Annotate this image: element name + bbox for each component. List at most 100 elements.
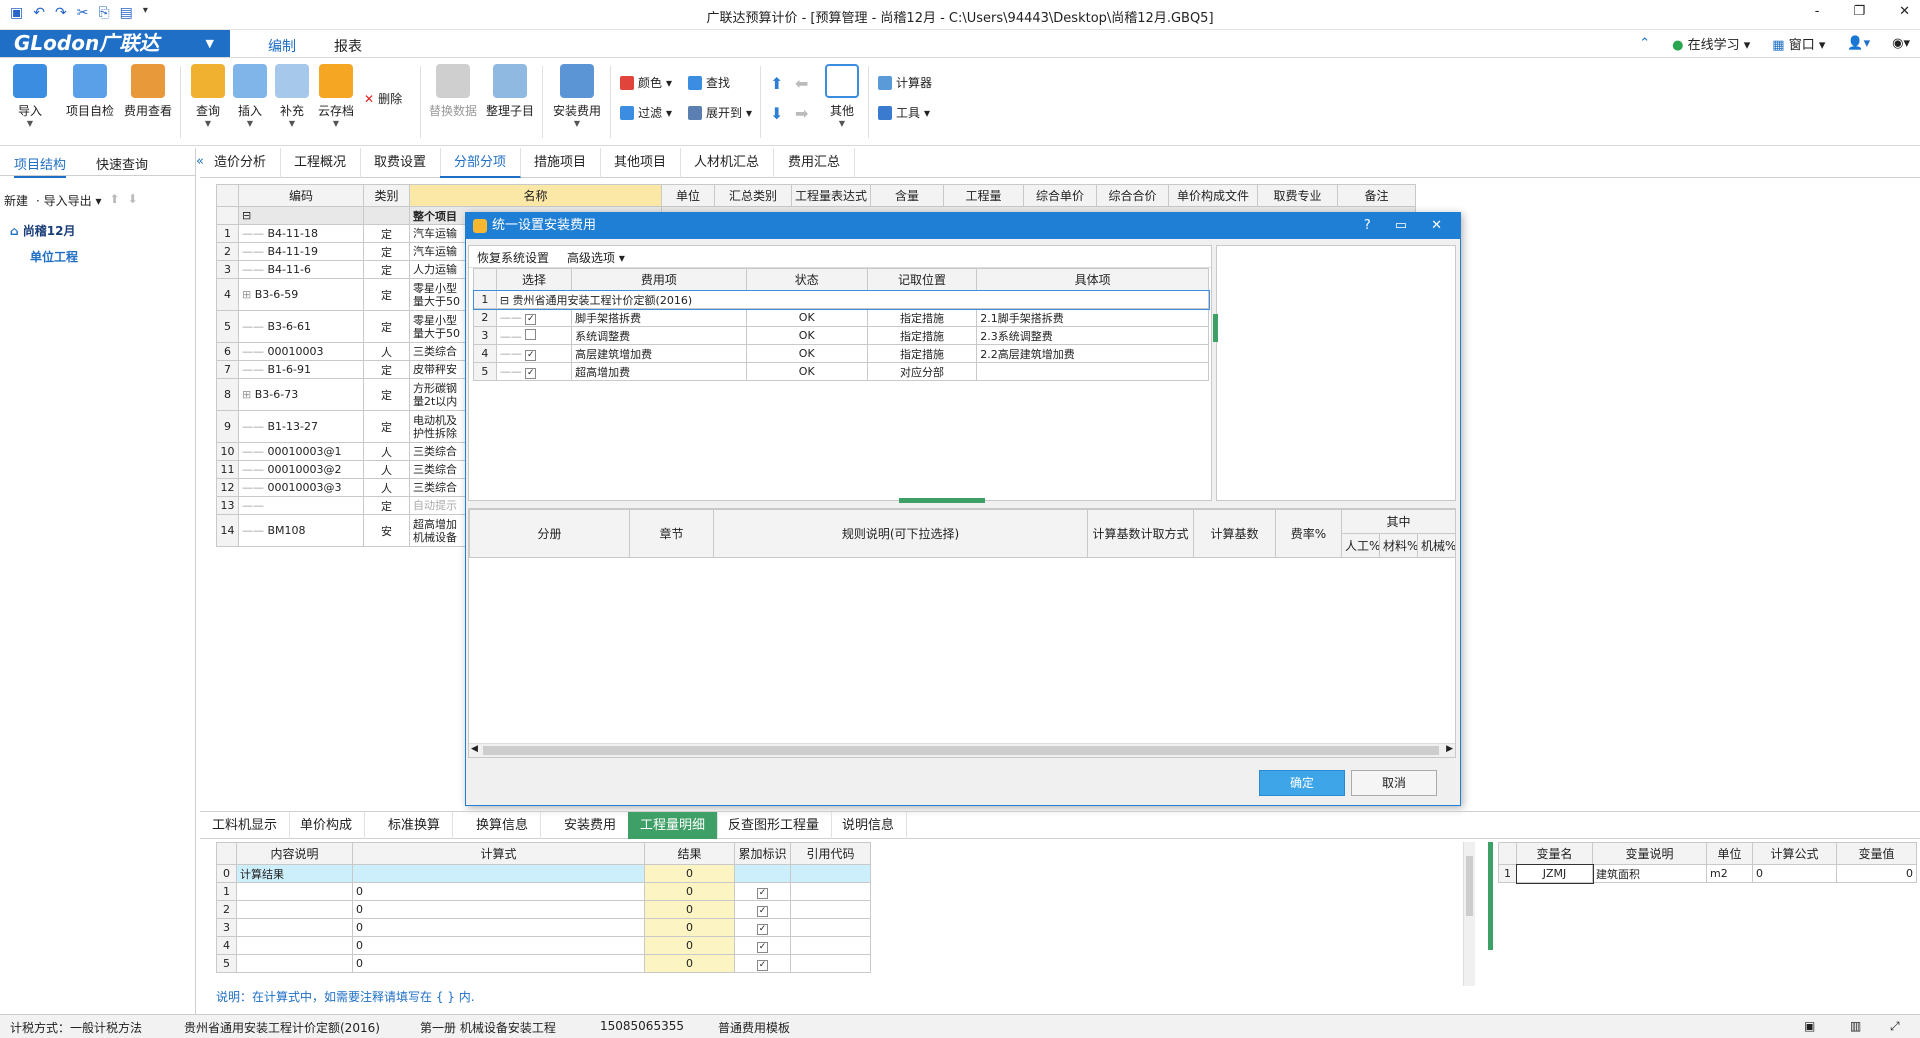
col-position[interactable]: 记取位置: [866, 268, 978, 291]
cell-content-desc[interactable]: [236, 882, 353, 901]
table-row[interactable]: 3 —— 系统调整费 OK 指定措施 2.3系统调整费: [473, 326, 1209, 345]
tab-measure-items[interactable]: 措施项目: [520, 148, 602, 178]
cell-type[interactable]: 定: [363, 224, 410, 243]
cell-accumulate[interactable]: ✓: [734, 954, 791, 973]
cell-content-desc[interactable]: [236, 936, 353, 955]
calculator-button[interactable]: 计算器: [878, 74, 932, 91]
cell-position[interactable]: 对应分部: [866, 362, 978, 381]
col-content-desc[interactable]: 内容说明: [236, 842, 353, 865]
cell-ref-code[interactable]: [790, 918, 871, 937]
scroll-thumb[interactable]: [483, 746, 1439, 755]
tab-description-info[interactable]: 说明信息: [830, 812, 908, 839]
help-icon[interactable]: ?: [1364, 213, 1371, 239]
cell-code[interactable]: —— B1-6-91: [238, 360, 364, 379]
expand-to-button[interactable]: 展开到 ▾: [688, 104, 752, 121]
col-material-pct[interactable]: 材料%: [1379, 533, 1418, 558]
cell-specific-item[interactable]: [976, 362, 1209, 381]
project-node[interactable]: ⌂ 尚稽12月: [10, 222, 75, 239]
cell-code[interactable]: —— 00010003@3: [238, 478, 364, 497]
col-rule-desc[interactable]: 规则说明(可下拉选择): [713, 509, 1088, 558]
close-button[interactable]: ✕: [1899, 4, 1910, 19]
col-base[interactable]: 计算基数: [1193, 509, 1276, 558]
splitter-handle[interactable]: [1213, 314, 1218, 342]
table-row[interactable]: 2 0 0 ✓: [216, 900, 871, 919]
cell-content-desc[interactable]: 计算结果: [236, 864, 353, 883]
vertical-scrollbar[interactable]: [1463, 842, 1475, 986]
project-check-button[interactable]: 项目自检: [60, 64, 120, 119]
fee-view-button[interactable]: 费用查看: [118, 64, 178, 119]
cell-formula[interactable]: 0: [352, 954, 645, 973]
col-var-unit[interactable]: 单位: [1706, 842, 1753, 865]
cell-code[interactable]: ——: [238, 496, 364, 515]
col-labor-pct[interactable]: 人工%: [1341, 533, 1380, 558]
group-label[interactable]: ⊟ 贵州省通用安装工程计价定额(2016): [495, 290, 1210, 309]
cell-content-desc[interactable]: [236, 954, 353, 973]
col-type[interactable]: 类别: [363, 184, 410, 207]
tab-conversion-info[interactable]: 换算信息: [464, 812, 542, 839]
col-base-method[interactable]: 计算基数计取方式: [1087, 509, 1194, 558]
cell-type[interactable]: 定: [363, 360, 410, 379]
tab-standard-conversion[interactable]: 标准换算: [376, 812, 454, 839]
collapse-icon[interactable]: ⊟: [238, 206, 364, 225]
cell-code[interactable]: —— B4-11-18: [238, 224, 364, 243]
col-name[interactable]: 名称: [409, 184, 662, 207]
select-checkbox[interactable]: ✓: [525, 367, 537, 379]
close-icon[interactable]: ✕: [1431, 213, 1442, 239]
tab-baobiao[interactable]: 报表: [322, 34, 374, 58]
tab-other-items[interactable]: 其他项目: [600, 148, 682, 178]
col-ref-code[interactable]: 引用代码: [790, 842, 871, 865]
tab-reverse-graphic-qty[interactable]: 反查图形工程量: [716, 812, 833, 839]
cell-position[interactable]: 指定措施: [866, 326, 978, 345]
cell-type[interactable]: 定: [363, 496, 410, 515]
cell-code[interactable]: —— B4-11-6: [238, 260, 364, 279]
cell-type[interactable]: 定: [363, 410, 410, 443]
cell-formula[interactable]: 0: [352, 918, 645, 937]
col-var-name[interactable]: 变量名: [1516, 842, 1593, 865]
scroll-left-icon[interactable]: ◀: [471, 744, 478, 754]
col-remark[interactable]: 备注: [1337, 184, 1417, 207]
col-var-desc[interactable]: 变量说明: [1592, 842, 1707, 865]
move-left-icon[interactable]: ⬅: [795, 74, 808, 93]
col-rate[interactable]: 费率%: [1275, 509, 1342, 558]
table-row[interactable]: 1 0 0 ✓: [216, 882, 871, 901]
cell-ref-code[interactable]: [790, 900, 871, 919]
scroll-thumb[interactable]: [1466, 856, 1473, 916]
col-accumulate[interactable]: 累加标识: [734, 842, 791, 865]
cell-type[interactable]: 定: [363, 378, 410, 411]
table-row[interactable]: 4 0 0 ✓: [216, 936, 871, 955]
col-quantity[interactable]: 工程量: [943, 184, 1025, 207]
cell-code[interactable]: —— 00010003@2: [238, 460, 364, 479]
cell-type[interactable]: 定: [363, 260, 410, 279]
col-select[interactable]: 选择: [495, 268, 573, 291]
col-volume[interactable]: 分册: [469, 509, 630, 558]
col-var-value[interactable]: 变量值: [1836, 842, 1917, 865]
online-learning-button[interactable]: ● 在线学习 ▾: [1672, 34, 1750, 53]
filter-button[interactable]: 过滤 ▾: [620, 104, 672, 121]
col-specific-item[interactable]: 具体项: [976, 268, 1209, 291]
cell-content-desc[interactable]: [236, 918, 353, 937]
col-var-formula[interactable]: 计算公式: [1752, 842, 1837, 865]
restore-button[interactable]: ❐: [1853, 4, 1865, 19]
delete-button[interactable]: ✕ 删除: [364, 90, 402, 107]
select-checkbox[interactable]: [525, 328, 537, 340]
splitter-handle[interactable]: [899, 498, 985, 503]
cell-fee-item[interactable]: 脚手架搭拆费: [571, 308, 747, 327]
table-row[interactable]: 5 0 0 ✓: [216, 954, 871, 973]
col-result[interactable]: 结果: [644, 842, 735, 865]
tools-button[interactable]: 工具 ▾: [878, 104, 930, 121]
cell-type[interactable]: 安: [363, 514, 410, 547]
cell-code[interactable]: ⊞ B3-6-59: [238, 278, 364, 311]
import-button[interactable]: 导入 ▼: [0, 64, 60, 128]
replace-data-button[interactable]: 替换数据: [423, 64, 483, 119]
cell-code[interactable]: —— B3-6-61: [238, 310, 364, 343]
cell-position[interactable]: 指定措施: [866, 344, 978, 363]
cell-fee-item[interactable]: 超高增加费: [571, 362, 747, 381]
cell-accumulate[interactable]: ✓: [734, 936, 791, 955]
cell-var-unit[interactable]: m2: [1706, 864, 1753, 883]
col-among[interactable]: 其中: [1340, 509, 1457, 534]
tab-fee-summary[interactable]: 费用汇总: [774, 148, 856, 178]
scroll-right-icon[interactable]: ▶: [1446, 744, 1453, 754]
cell-var-value[interactable]: 0: [1836, 864, 1917, 883]
cell-type[interactable]: 定: [363, 310, 410, 343]
collapse-icon[interactable]: ⊟: [500, 294, 509, 307]
